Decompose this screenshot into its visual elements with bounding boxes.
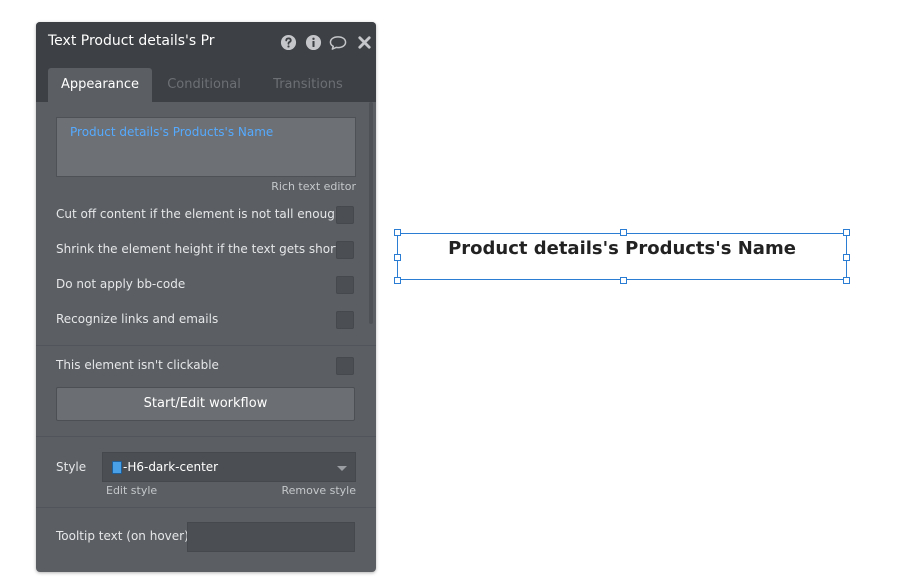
tab-bar: Appearance Conditional Transitions <box>36 62 376 102</box>
close-icon[interactable] <box>356 34 373 51</box>
not-clickable-checkbox[interactable] <box>336 357 354 375</box>
edit-style-link[interactable]: Edit style <box>106 484 157 497</box>
shrink-height-label: Shrink the element height if the text ge… <box>56 242 353 256</box>
cut-off-content-checkbox[interactable] <box>336 206 354 224</box>
resize-handle[interactable] <box>843 254 850 261</box>
resize-handle[interactable] <box>843 229 850 236</box>
panel-header[interactable]: Text Product details's Pr <box>36 22 376 62</box>
panel-title: Text Product details's Pr <box>48 33 215 49</box>
recognize-links-checkbox[interactable] <box>336 311 354 329</box>
tooltip-input[interactable] <box>187 522 355 552</box>
divider <box>36 345 376 346</box>
comment-icon[interactable] <box>328 34 348 51</box>
panel-scrollbar[interactable] <box>369 102 373 324</box>
divider <box>36 436 376 437</box>
style-dropdown[interactable]: -H6-dark-center <box>102 452 356 482</box>
property-editor-panel: Text Product details's Pr Appearance Con… <box>36 22 376 572</box>
resize-handle[interactable] <box>620 229 627 236</box>
resize-handle[interactable] <box>620 277 627 284</box>
rich-text-editor-link[interactable]: Rich text editor <box>271 180 356 193</box>
tab-transitions[interactable]: Transitions <box>262 68 354 102</box>
tooltip-label: Tooltip text (on hover) <box>56 529 189 543</box>
shrink-height-checkbox[interactable] <box>336 241 354 259</box>
style-value: -H6-dark-center <box>123 460 219 474</box>
style-label: Style <box>56 460 87 474</box>
resize-handle[interactable] <box>843 277 850 284</box>
start-edit-workflow-button[interactable]: Start/Edit workflow <box>56 387 355 421</box>
recognize-links-label: Recognize links and emails <box>56 312 219 326</box>
text-content-editor[interactable]: Product details's Products's Name <box>56 117 356 177</box>
info-icon[interactable] <box>305 34 322 51</box>
divider <box>36 507 376 508</box>
text-element-content: Product details's Products's Name <box>448 238 796 259</box>
mobile-icon <box>112 461 122 474</box>
resize-handle[interactable] <box>394 229 401 236</box>
cut-off-content-label: Cut off content if the element is not ta… <box>56 207 343 221</box>
no-bb-code-label: Do not apply bb-code <box>56 277 186 291</box>
resize-handle[interactable] <box>394 277 401 284</box>
chevron-down-icon <box>337 466 347 471</box>
help-icon[interactable] <box>280 34 297 51</box>
resize-handle[interactable] <box>394 254 401 261</box>
no-bb-code-checkbox[interactable] <box>336 276 354 294</box>
not-clickable-label: This element isn't clickable <box>56 358 219 372</box>
selected-text-element[interactable]: Product details's Products's Name <box>397 233 847 280</box>
remove-style-link[interactable]: Remove style <box>281 484 356 497</box>
tab-appearance[interactable]: Appearance <box>48 68 152 102</box>
dynamic-expression[interactable]: Product details's Products's Name <box>70 125 273 139</box>
tab-conditional[interactable]: Conditional <box>156 68 252 102</box>
